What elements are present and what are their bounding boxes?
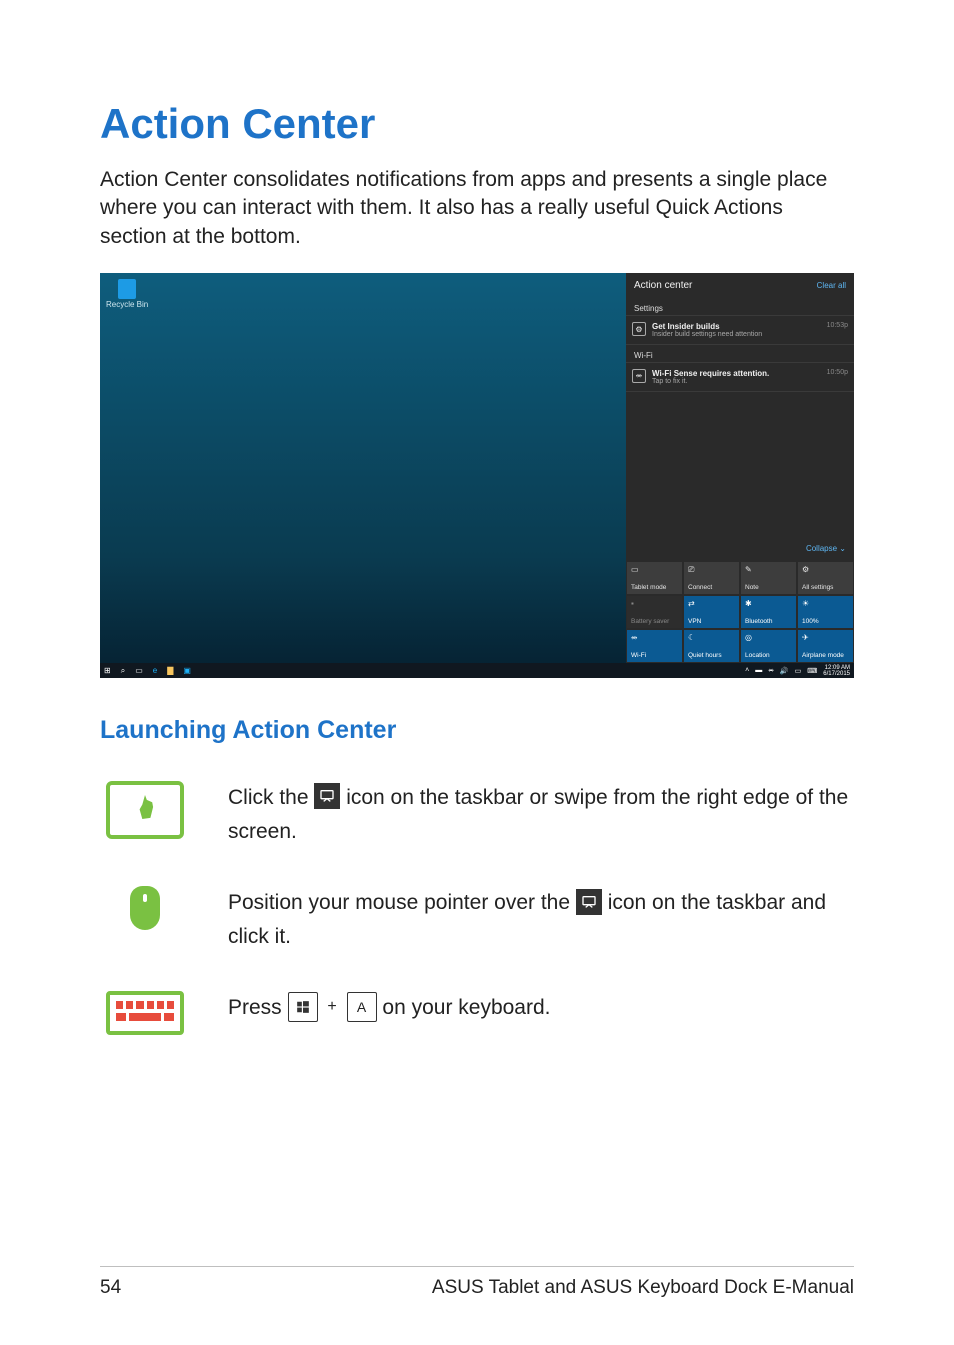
battery-icon[interactable]: ▬ xyxy=(755,667,762,674)
quick-action-tile[interactable]: ✱Bluetooth xyxy=(741,596,796,628)
notification-item[interactable]: ⥈ Wi-Fi Sense requires attention. Tap to… xyxy=(626,362,854,392)
start-icon[interactable]: ⊞ xyxy=(104,666,111,675)
quick-actions-grid: ▭Tablet mode⎚Connect✎Note⚙All settings ▪B… xyxy=(626,561,854,663)
quick-action-tile[interactable]: ▭Tablet mode xyxy=(627,562,682,594)
recycle-bin: Recycle Bin xyxy=(106,279,148,309)
section-settings: Settings xyxy=(626,298,854,315)
intro-paragraph: Action Center consolidates notifications… xyxy=(100,166,854,251)
search-icon[interactable]: ⌕ xyxy=(121,666,125,676)
quick-action-tile[interactable]: ⥈Wi-Fi xyxy=(627,630,682,662)
chevron-up-icon[interactable]: ˄ xyxy=(745,667,749,674)
mouse-device-icon xyxy=(130,886,160,930)
action-center-title: Action center xyxy=(634,280,692,291)
clear-all-link[interactable]: Clear all xyxy=(817,281,846,290)
action-center-icon xyxy=(576,889,602,915)
action-center-tray-icon[interactable]: ▭ xyxy=(795,667,802,675)
a-key: A xyxy=(347,992,377,1022)
quick-action-tile[interactable]: ✈Airplane mode xyxy=(798,630,853,662)
windows-key xyxy=(288,992,318,1022)
keyboard-device-icon xyxy=(106,991,184,1035)
sound-icon[interactable]: 🔊 xyxy=(780,667,789,675)
clock[interactable]: 12:09 AM 6/17/2015 xyxy=(823,665,850,677)
edge-icon[interactable]: e xyxy=(153,666,157,675)
page-number: 54 xyxy=(100,1277,121,1299)
subheading: Launching Action Center xyxy=(100,716,854,745)
footer-text: ASUS Tablet and ASUS Keyboard Dock E-Man… xyxy=(432,1277,854,1299)
page-title: Action Center xyxy=(100,100,854,148)
notification-item[interactable]: ⚙ Get Insider builds Insider build setti… xyxy=(626,315,854,345)
keyboard-tray-icon[interactable]: ⌨ xyxy=(807,667,817,675)
taskbar: ⊞ ⌕ ▭ e ▇ ▣ ˄ ▬ ⥈ 🔊 ▭ ⌨ 12:09 AM 6/17/20… xyxy=(100,663,854,678)
quick-action-tile[interactable]: ⇄VPN xyxy=(684,596,739,628)
quick-action-tile[interactable]: ▪Battery saver xyxy=(627,596,682,628)
explorer-icon[interactable]: ▇ xyxy=(167,666,173,675)
instruction-touch: Click the icon on the taskbar or swipe f… xyxy=(100,781,854,848)
action-center-panel: Action center Clear all Settings ⚙ Get I… xyxy=(626,273,854,663)
instruction-keyboard: Press + A on your keyboard. xyxy=(100,991,854,1035)
quick-action-tile[interactable]: ◎Location xyxy=(741,630,796,662)
page-footer: 54 ASUS Tablet and ASUS Keyboard Dock E-… xyxy=(100,1266,854,1299)
quick-action-tile[interactable]: ☀100% xyxy=(798,596,853,628)
action-center-icon xyxy=(314,783,340,809)
collapse-link[interactable]: Collapse ⌄ xyxy=(806,544,846,553)
quick-action-tile[interactable]: ⚙All settings xyxy=(798,562,853,594)
wifi-tray-icon[interactable]: ⥈ xyxy=(768,667,774,675)
action-center-screenshot: Recycle Bin Action center Clear all Sett… xyxy=(100,273,854,678)
quick-action-tile[interactable]: ☾Quiet hours xyxy=(684,630,739,662)
gear-icon: ⚙ xyxy=(632,322,646,336)
quick-action-tile[interactable]: ⎚Connect xyxy=(684,562,739,594)
section-wifi: Wi-Fi xyxy=(626,345,854,362)
wifi-icon: ⥈ xyxy=(632,369,646,383)
touch-device-icon xyxy=(106,781,184,839)
task-view-icon[interactable]: ▭ xyxy=(135,666,143,675)
instruction-mouse: Position your mouse pointer over the ico… xyxy=(100,886,854,953)
store-icon[interactable]: ▣ xyxy=(183,666,191,675)
quick-action-tile[interactable]: ✎Note xyxy=(741,562,796,594)
